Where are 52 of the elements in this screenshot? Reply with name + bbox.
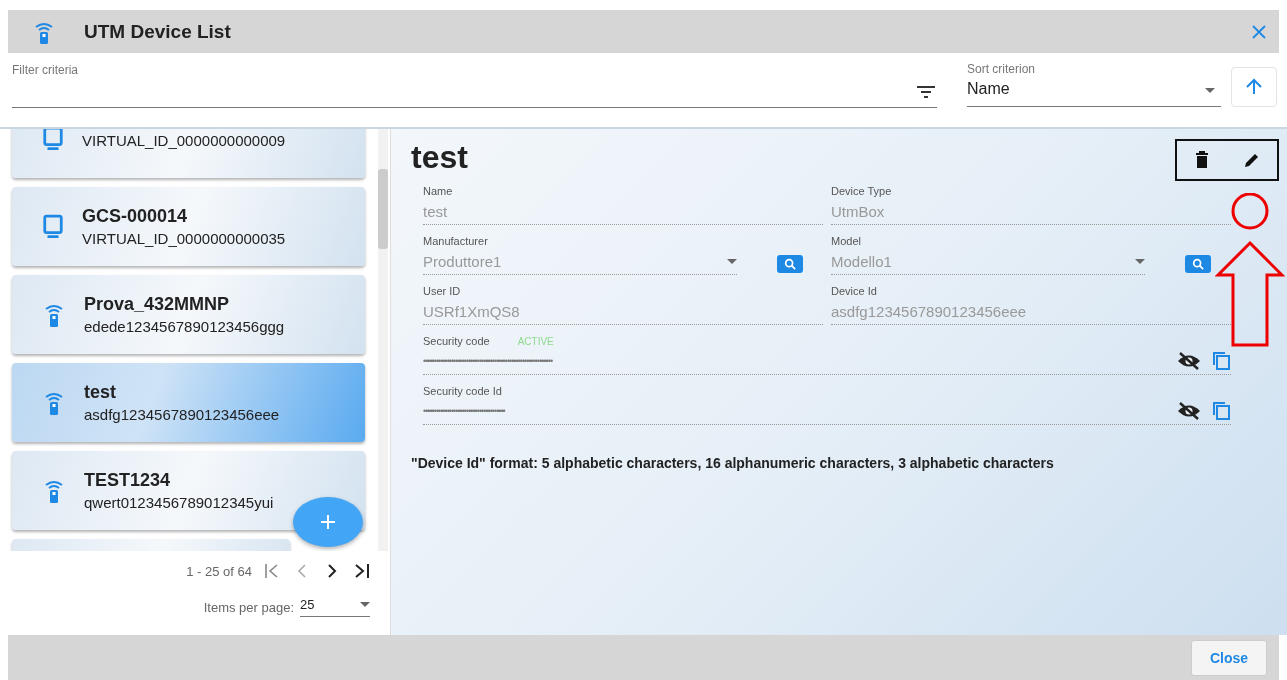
edit-icon[interactable] [1242, 151, 1261, 169]
device-card[interactable]: test asdfg1234567890123456eee [12, 363, 365, 442]
caret-icon [360, 602, 370, 607]
filter-field[interactable]: Filter criteria [12, 63, 937, 108]
plus-icon [320, 514, 336, 530]
form-field[interactable]: User ID USRf1XmQS8 [423, 285, 823, 325]
device-card[interactable]: TEST1234 qwert0123456789012345yui [12, 451, 365, 530]
device-card[interactable]: Prova_432MMNP edede1234567890123456ggg [12, 275, 365, 354]
eye-off-icon[interactable] [1177, 402, 1201, 420]
sort-direction-button[interactable] [1231, 67, 1277, 107]
device-id: VIRTUAL_ID_0000000000035 [82, 230, 286, 247]
form-field[interactable]: Manufacturer Produttore1 [423, 235, 737, 275]
device-card[interactable]: VIRTUAL_ID_0000000000009 [12, 129, 365, 178]
form-field[interactable]: Device Type UtmBox [831, 185, 1231, 225]
search-icon [1192, 258, 1204, 270]
items-per-page-label: Items per page: [203, 599, 294, 615]
search-button[interactable] [1185, 255, 1211, 273]
device-id: qwert0123456789012345yui [84, 494, 274, 511]
items-per-page-select[interactable]: 25 [300, 597, 370, 617]
monitor-icon [42, 129, 64, 152]
search-button[interactable] [777, 255, 803, 273]
form-field[interactable]: Security code ACTIVE •••••••••••••••••••••••••••••••••••••••••••••••••••••••••••• [423, 335, 1231, 375]
form-field[interactable]: Model Modello1 [831, 235, 1145, 275]
form-field[interactable]: Security code Id •••••••••••••••••••••••••••••••••••••• [423, 385, 1231, 425]
device-id: asdfg1234567890123456eee [84, 406, 280, 423]
caret-icon [727, 258, 737, 264]
format-note: "Device Id" format: 5 alphabetic characters, 16 alphanumeric characters, 3 alphabetic characters [411, 455, 1055, 471]
close-icon[interactable] [1251, 23, 1267, 40]
arrow-up-icon [1244, 77, 1264, 97]
device-name: Prova_432MMNP [84, 294, 231, 315]
device-name: GCS-000014 [82, 206, 189, 227]
scrollbar[interactable] [378, 129, 388, 551]
eye-off-icon[interactable] [1177, 352, 1201, 370]
monitor-icon [42, 213, 64, 240]
page-range: 1 - 25 of 64 [186, 563, 252, 579]
device-id: edede1234567890123456ggg [84, 318, 285, 335]
dialog-title: UTM Device List [84, 20, 232, 43]
device-name: TEST1234 [84, 470, 172, 491]
copy-icon[interactable] [1211, 401, 1231, 421]
filter-icon[interactable] [915, 85, 937, 99]
form-field[interactable]: Name test [423, 185, 823, 225]
caret-icon [1205, 88, 1215, 93]
copy-icon[interactable] [1211, 351, 1231, 371]
search-icon [784, 258, 796, 270]
device-name: test [84, 382, 117, 403]
form-field[interactable]: Device Id asdfg1234567890123456eee [831, 285, 1231, 325]
device-card[interactable]: GCS-000014 VIRTUAL_ID_0000000000035 [12, 187, 365, 266]
sort-select[interactable]: Sort criterion Name [967, 62, 1221, 107]
delete-icon[interactable] [1193, 151, 1210, 169]
device-title: test [411, 139, 468, 176]
caret-icon [1135, 258, 1145, 264]
device-id: VIRTUAL_ID_0000000000009 [82, 131, 286, 149]
